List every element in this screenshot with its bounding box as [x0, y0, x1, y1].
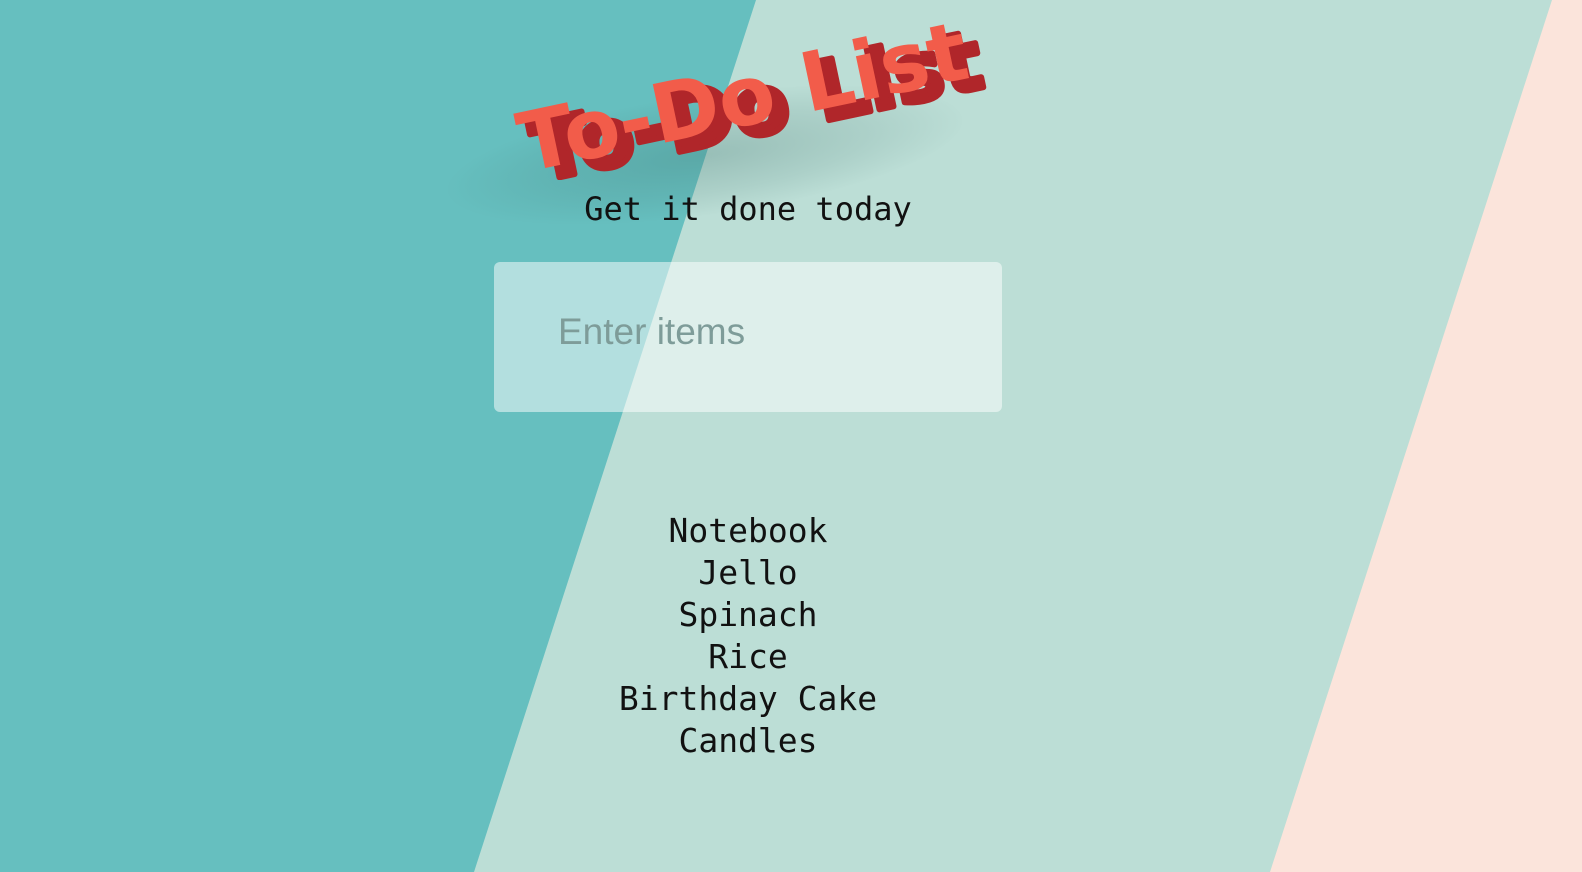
title-container: To-Do List To-Do List	[480, 0, 1000, 180]
list-item[interactable]: Birthday Cake	[0, 678, 1496, 720]
list-item[interactable]: Notebook	[0, 510, 1496, 552]
list-item[interactable]: Rice	[0, 636, 1496, 678]
item-input-container	[494, 262, 1002, 412]
list-item[interactable]: Jello	[0, 552, 1496, 594]
title-graphic: To-Do List To-Do List	[510, 4, 994, 180]
item-input[interactable]	[494, 262, 1002, 412]
list-item[interactable]: Candles	[0, 720, 1496, 762]
list-item[interactable]: Spinach	[0, 594, 1496, 636]
page-subtitle: Get it done today	[584, 190, 912, 228]
todo-list: Notebook Jello Spinach Rice Birthday Cak…	[0, 510, 1496, 762]
